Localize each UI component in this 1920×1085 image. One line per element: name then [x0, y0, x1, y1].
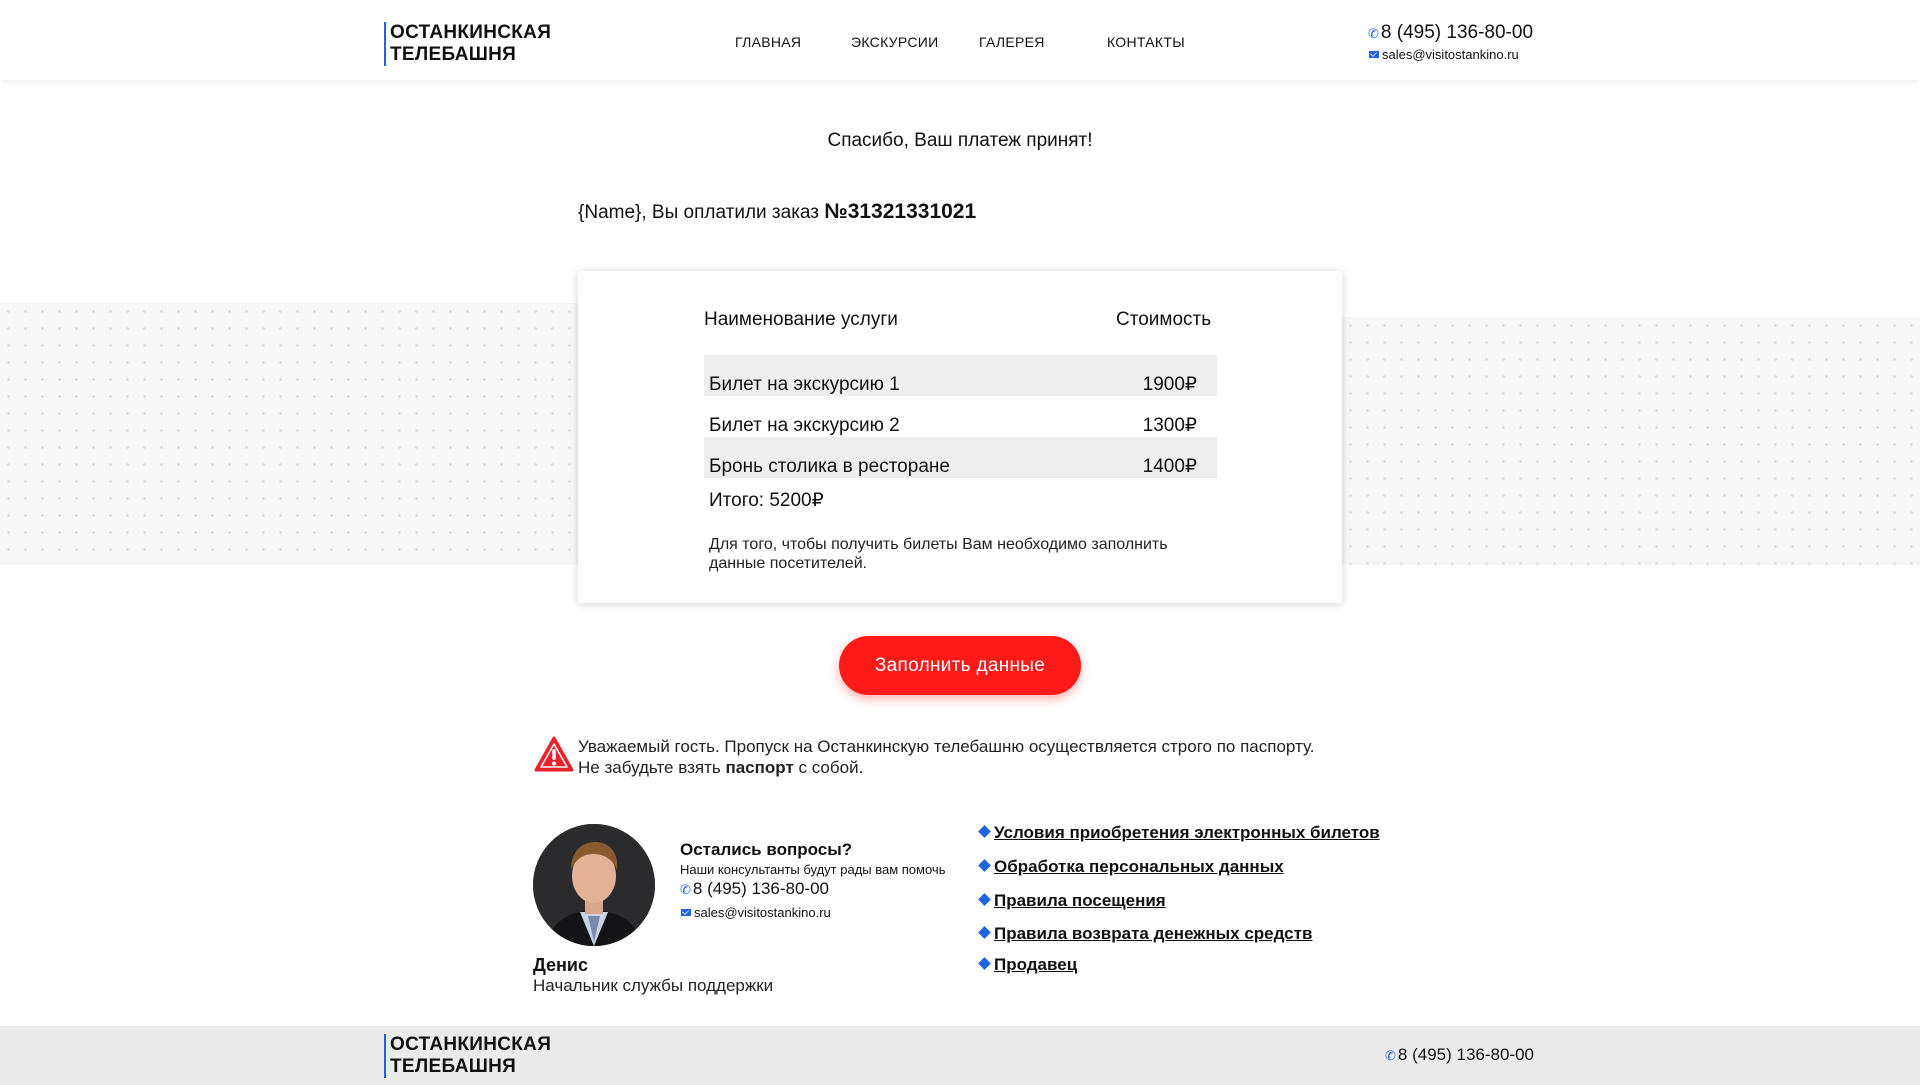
header-phone-text: 8 (495) 136-80-00: [1380, 22, 1534, 43]
row-price: 1400₽: [1142, 456, 1197, 477]
column-header-service: Наименование услуги: [704, 309, 898, 330]
warning-line-2: Не забудьте взять паспорт с собой.: [578, 757, 1315, 778]
header-email-text: sales@visitostankino.ru: [1382, 47, 1519, 62]
link-label: Условия приобретения электронных билетов: [994, 823, 1380, 842]
logo-line-2: ТЕЛЕБАШНЯ: [390, 44, 517, 65]
tickets-note: Для того, чтобы получить билеты Вам необ…: [709, 536, 1168, 572]
link-label: Правила посещения: [994, 891, 1166, 910]
order-number: №31321331021: [824, 200, 977, 223]
mail-icon: [681, 909, 691, 916]
order-prefix: {Name}, Вы оплатили заказ: [578, 202, 819, 223]
footer-phone-text: 8 (495) 136-80-00: [1397, 1045, 1534, 1064]
link-label: Продавец: [994, 955, 1078, 974]
questions-subtitle: Наши консультанты будут рады вам помочь: [680, 862, 946, 877]
dotted-background-left: [0, 303, 578, 565]
link-seller[interactable]: Продавец: [978, 955, 1078, 975]
payment-success-title: Спасибо, Ваш платеж принят!: [827, 130, 1093, 151]
logo-line-2: ТЕЛЕБАШНЯ: [390, 1056, 517, 1077]
table-row: Билет на экскурсию 2 1300₽: [704, 396, 1217, 437]
column-header-price: Стоимость: [1116, 309, 1212, 330]
support-avatar: [533, 824, 655, 946]
link-refund-rules[interactable]: Правила возврата денежных средств: [978, 924, 1313, 944]
link-ticket-terms[interactable]: Условия приобретения электронных билетов: [978, 823, 1380, 843]
fill-data-button[interactable]: Заполнить данные: [839, 636, 1081, 695]
phone-icon: ✆: [1368, 26, 1379, 41]
warning-text-after: с собой.: [798, 758, 864, 777]
diamond-bullet-icon: [978, 825, 991, 838]
nav-contacts[interactable]: КОНТАКТЫ: [1107, 34, 1185, 50]
phone-icon: ✆: [1385, 1048, 1396, 1063]
footer-logo[interactable]: ОСТАНКИНСКАЯ ТЕЛЕБАШНЯ: [384, 1034, 551, 1078]
header-email[interactable]: sales@visitostankino.ru: [1369, 47, 1519, 62]
mail-icon: [1369, 51, 1379, 58]
support-email[interactable]: sales@visitostankino.ru: [681, 905, 831, 920]
logo-line-1: ОСТАНКИНСКАЯ: [390, 22, 552, 43]
diamond-bullet-icon: [978, 926, 991, 939]
support-phone-text: 8 (495) 136-80-00: [692, 879, 829, 898]
warning-passport: паспорт: [725, 758, 794, 777]
warning-line-1: Уважаемый гость. Пропуск на Останкинскую…: [578, 737, 1315, 756]
header-phone[interactable]: ✆ 8 (495) 136-80-00: [1368, 22, 1533, 44]
support-name: Денис: [533, 955, 589, 975]
site-footer: ОСТАНКИНСКАЯ ТЕЛЕБАШНЯ ✆ 8 (495) 136-80-0…: [0, 1026, 1920, 1085]
diamond-bullet-icon: [978, 893, 991, 906]
nav-gallery[interactable]: ГАЛЕРЕЯ: [979, 34, 1045, 50]
passport-warning: Уважаемый гость. Пропуск на Останкинскую…: [578, 736, 1315, 778]
support-email-text: sales@visitostankino.ru: [694, 905, 831, 920]
footer-phone[interactable]: ✆ 8 (495) 136-80-00: [1385, 1045, 1534, 1065]
order-total: Итого: 5200₽: [709, 490, 824, 511]
row-price: 1900₽: [1142, 374, 1197, 395]
warning-icon: [534, 736, 574, 772]
link-label: Обработка персональных данных: [994, 857, 1284, 876]
order-summary-card: Наименование услуги Стоимость Билет на э…: [578, 271, 1342, 603]
row-service-name: Билет на экскурсию 2: [709, 415, 900, 436]
row-price: 1300₽: [1142, 415, 1197, 436]
row-service-name: Билет на экскурсию 1: [709, 374, 900, 395]
table-row: Бронь столика в ресторане 1400₽: [704, 437, 1217, 478]
nav-home[interactable]: ГЛАВНАЯ: [735, 34, 801, 50]
support-avatar-image: [533, 824, 655, 946]
support-phone[interactable]: ✆ 8 (495) 136-80-00: [680, 879, 829, 899]
site-logo[interactable]: ОСТАНКИНСКАЯ ТЕЛЕБАШНЯ: [384, 22, 551, 66]
diamond-bullet-icon: [978, 957, 991, 970]
order-info: {Name}, Вы оплатили заказ №31321331021: [578, 200, 976, 224]
phone-icon: ✆: [680, 882, 691, 897]
link-personal-data[interactable]: Обработка персональных данных: [978, 857, 1284, 877]
dotted-background-right: [1342, 317, 1920, 565]
site-header: ОСТАНКИНСКАЯ ТЕЛЕБАШНЯ ГЛАВНАЯ ЭКСКУРСИИ…: [0, 0, 1920, 80]
link-visit-rules[interactable]: Правила посещения: [978, 891, 1166, 911]
support-role: Начальник службы поддержки: [533, 976, 774, 995]
link-label: Правила возврата денежных средств: [994, 924, 1313, 943]
row-service-name: Бронь столика в ресторане: [709, 456, 950, 477]
diamond-bullet-icon: [978, 859, 991, 872]
warning-text-before: Не забудьте взять: [578, 758, 721, 777]
table-row: Билет на экскурсию 1 1900₽: [704, 355, 1217, 396]
nav-excursions[interactable]: ЭКСКУРСИИ: [851, 34, 939, 50]
questions-title: Остались вопросы?: [680, 840, 853, 859]
logo-line-1: ОСТАНКИНСКАЯ: [390, 1034, 552, 1055]
